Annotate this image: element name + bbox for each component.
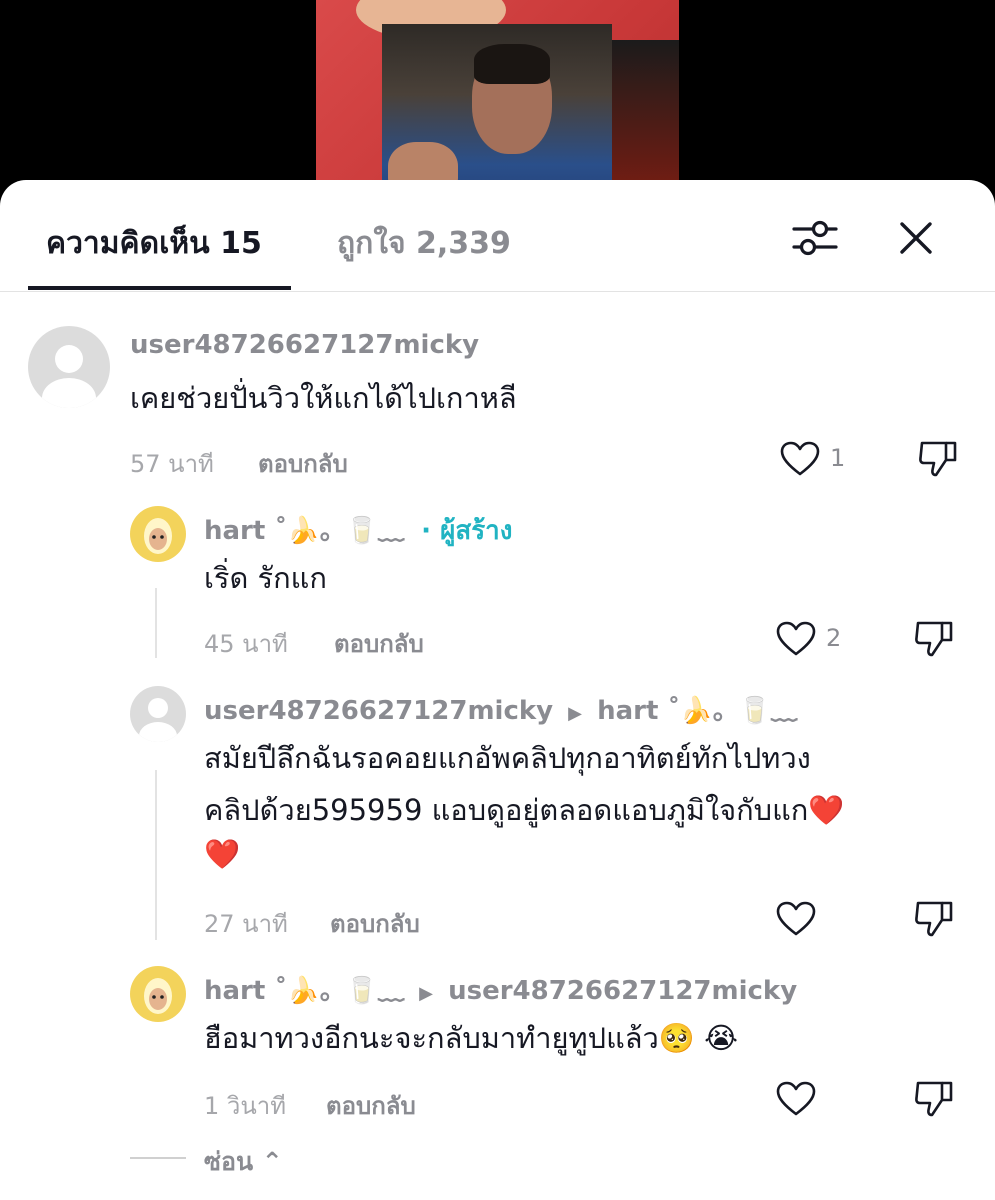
sliders-icon xyxy=(792,220,838,256)
comment-time: 57 นาที xyxy=(130,450,214,478)
comment-username[interactable]: user48726627127micky xyxy=(130,330,479,360)
video-inset xyxy=(382,24,612,200)
default-avatar-icon xyxy=(42,345,96,408)
reply-button[interactable]: ตอบกลับ xyxy=(334,624,424,663)
comment-text-line: ❤️ xyxy=(204,837,241,871)
comment-item: user48726627127micky ▶ hart ˚🍌。🥛﹏ สมัยปี… xyxy=(0,682,995,942)
reply-arrow-icon: ▶ xyxy=(568,703,583,724)
comment-time: 27 นาที xyxy=(204,910,288,938)
thumbs-down-icon[interactable] xyxy=(914,898,954,938)
video-inset-hair xyxy=(474,44,550,84)
like-count: 1 xyxy=(830,444,846,472)
tab-likes[interactable]: ถูกใจ 2,339 xyxy=(337,220,511,267)
banana-avatar-icon xyxy=(144,518,172,554)
thumbs-down-icon[interactable] xyxy=(914,618,954,658)
creator-avatar[interactable] xyxy=(130,966,186,1022)
hide-replies-divider xyxy=(130,1157,186,1159)
comment-text-line: คลิปด้วย595959 แอบดูอยู่ตลอดแอบภูมิใจกับ… xyxy=(204,793,845,827)
tab-comments[interactable]: ความคิดเห็น 15 xyxy=(46,220,262,267)
comment-username[interactable]: hart ˚🍌。🥛﹏ ▶ user48726627127micky xyxy=(204,970,797,1007)
thumbs-down-icon[interactable] xyxy=(918,438,958,478)
comments-header: ความคิดเห็น 15 ถูกใจ 2,339 xyxy=(0,180,995,292)
comment-time: 45 นาที xyxy=(204,630,288,658)
reply-arrow-icon: ▶ xyxy=(419,983,434,1004)
default-avatar-icon xyxy=(139,698,177,742)
comment-username[interactable]: user48726627127micky ▶ hart ˚🍌。🥛﹏ xyxy=(204,690,797,727)
like-count: 2 xyxy=(826,624,842,652)
avatar[interactable] xyxy=(28,326,110,408)
heart-icon[interactable] xyxy=(776,901,816,937)
comment-time: 1 วินาที xyxy=(204,1092,287,1120)
heart-icon[interactable] xyxy=(780,441,820,477)
video-noodle-packet xyxy=(612,40,679,200)
comments-sheet: ความคิดเห็น 15 ถูกใจ 2,339 user487266271… xyxy=(0,180,995,1200)
heart-icon[interactable] xyxy=(776,1081,816,1117)
comment-username[interactable]: hart ˚🍌。🥛﹏ · ผู้สร้าง xyxy=(204,510,512,551)
hide-replies-button[interactable]: ซ่อน ⌃ xyxy=(204,1142,283,1182)
video-preview[interactable] xyxy=(316,0,679,200)
comment-text-line: สมัยปีลึกฉันรอคอยแกอัพคลิปทุกอาทิตย์ทักไ… xyxy=(204,741,811,775)
close-button[interactable] xyxy=(894,216,938,260)
comment-item: hart ˚🍌。🥛﹏ · ผู้สร้าง เริ่ด รักแก 45 นาท… xyxy=(0,502,995,662)
comment-text: เคยช่วยปั่นวิวให้แกได้ไปเกาหลี xyxy=(130,381,517,415)
creator-avatar[interactable] xyxy=(130,506,186,562)
comment-item: user48726627127micky เคยช่วยปั่นวิวให้แก… xyxy=(0,320,995,490)
active-tab-indicator xyxy=(28,286,291,290)
heart-icon[interactable] xyxy=(776,621,816,657)
comment-item: hart ˚🍌。🥛﹏ ▶ user48726627127micky ฮือมาท… xyxy=(0,964,995,1124)
creator-badge: · ผู้สร้าง xyxy=(421,516,513,546)
comment-text: ฮือมาทวงอีกนะจะกลับมาทำยูทูปแล้ว🥺 😭 xyxy=(204,1021,739,1055)
reply-to-username[interactable]: user48726627127micky xyxy=(448,976,797,1006)
username-text: hart ˚🍌。🥛﹏ xyxy=(204,976,405,1006)
close-icon xyxy=(900,222,932,254)
reply-button[interactable]: ตอบกลับ xyxy=(326,1086,416,1125)
filter-button[interactable] xyxy=(792,218,838,258)
username-text: hart ˚🍌。🥛﹏ xyxy=(204,516,405,546)
comment-text: เริ่ด รักแก xyxy=(204,561,327,595)
reply-to-username[interactable]: hart ˚🍌。🥛﹏ xyxy=(597,696,797,726)
username-text: user48726627127micky xyxy=(204,696,554,726)
thumbs-down-icon[interactable] xyxy=(914,1078,954,1118)
banana-avatar-icon xyxy=(144,978,172,1014)
reply-button[interactable]: ตอบกลับ xyxy=(330,904,420,943)
avatar[interactable] xyxy=(130,686,186,742)
reply-button[interactable]: ตอบกลับ xyxy=(258,444,348,483)
